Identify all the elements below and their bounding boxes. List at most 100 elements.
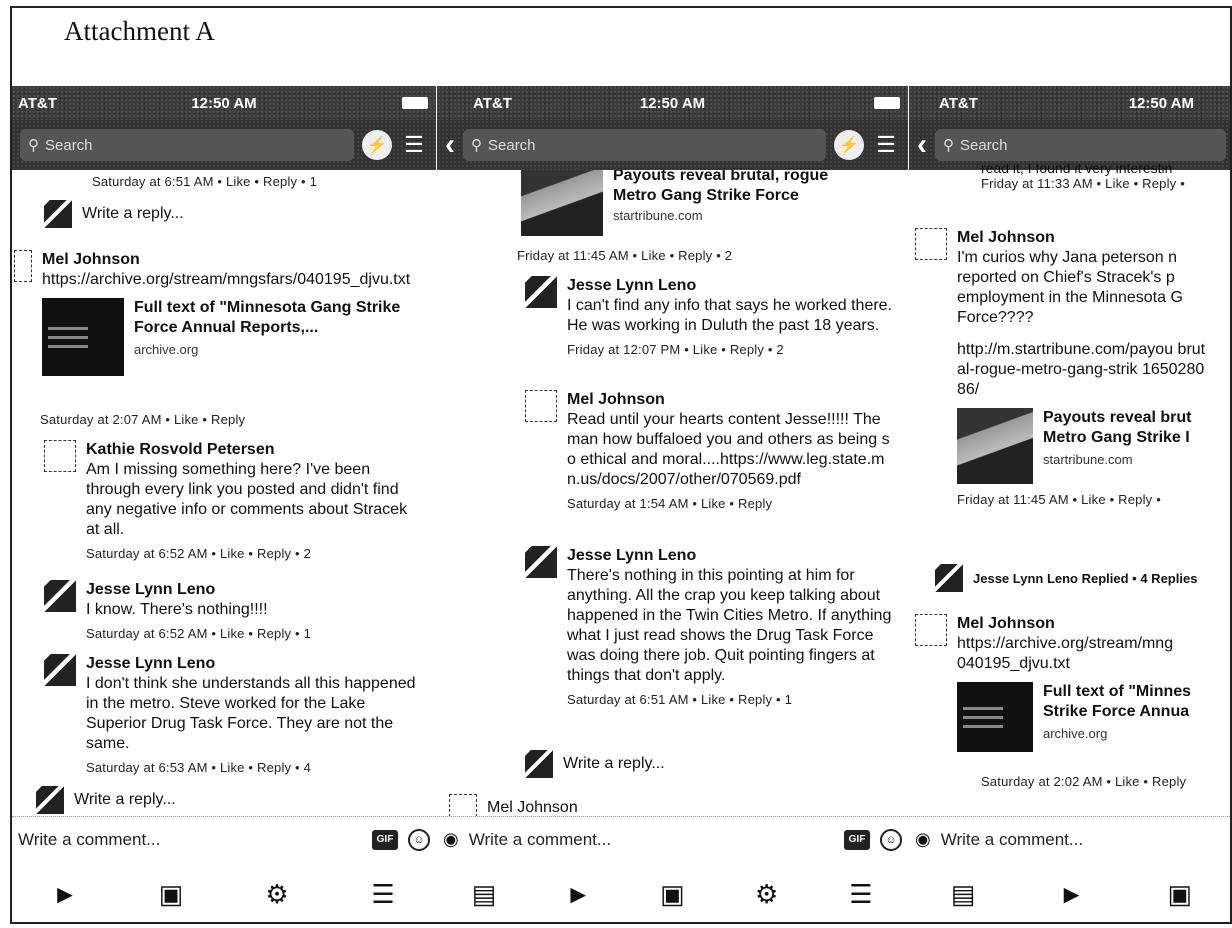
commenter-name[interactable]: Mel Johnson — [42, 250, 404, 270]
phone-screenshot-1: AT&T 12:50 AM ⚲ Search ⚡ ☰ Saturday at 6:… — [12, 86, 436, 922]
camera-icon[interactable]: ◉ — [443, 829, 459, 850]
tab-bar: ► ▣ ⚙ ☰ — [12, 862, 436, 922]
comment-meta: Friday at 11:45 AM • Like • Reply • 2 — [517, 248, 733, 263]
comment-input[interactable]: Write a comment... — [941, 830, 1228, 850]
emoji-icon[interactable]: ☺ — [880, 828, 902, 851]
commenter-name[interactable]: Jesse Lynn Leno — [567, 546, 897, 566]
globe-icon[interactable]: ⚙ — [747, 879, 787, 910]
search-input[interactable]: ⚲ Search — [935, 129, 1226, 161]
comment: Jesse Lynn Leno I can't find any info th… — [525, 276, 905, 360]
emoji-icon[interactable]: ☺ — [408, 828, 430, 851]
search-icon: ⚲ — [28, 137, 39, 154]
comment: Kathie Rosvold Petersen Am I missing som… — [44, 440, 424, 564]
link-thumbnail — [521, 170, 603, 236]
write-reply-input[interactable]: Write a reply... — [82, 205, 184, 223]
commenter-name[interactable]: Jesse Lynn Leno — [567, 276, 897, 296]
write-reply-input[interactable]: Write a reply... — [74, 791, 176, 809]
comment-composer: ◉ Write a comment... — [909, 816, 1230, 862]
comment-meta: Friday at 12:07 PM • Like • Reply • 2 — [567, 342, 784, 357]
gif-button[interactable]: GIF — [844, 829, 870, 850]
commenter-name[interactable]: Mel Johnson — [957, 228, 1227, 248]
avatar — [449, 794, 477, 816]
search-input[interactable]: ⚲ Search — [20, 129, 354, 161]
friends-icon[interactable]: ▣ — [1160, 879, 1200, 910]
comment-meta: Saturday at 6:52 AM • Like • Reply • 2 — [86, 546, 312, 561]
replies-link[interactable]: Jesse Lynn Leno Replied • 4 Replies — [935, 564, 1197, 592]
link-preview[interactable]: Full text of "Minnes Strike Force Annua … — [957, 682, 1227, 752]
commenter-name[interactable]: Mel Johnson — [957, 614, 1227, 634]
commenter-name[interactable]: Mel Johnson — [567, 390, 897, 410]
screenshots-row: AT&T 12:50 AM ⚲ Search ⚡ ☰ Saturday at 6:… — [12, 86, 1230, 922]
comment-text: I can't find any info that says he worke… — [567, 297, 893, 334]
nav-bar: ‹ ⚲ Search ⚡ ☰ — [437, 120, 908, 170]
messenger-icon[interactable]: ⚡ — [362, 130, 392, 160]
commenter-name[interactable]: Jesse Lynn Leno — [86, 654, 416, 674]
comment-text: Read until your hearts content Jesse!!!!… — [567, 411, 890, 488]
watch-icon[interactable]: ► — [558, 879, 598, 910]
commenter-name[interactable]: Jesse Lynn Leno — [86, 580, 311, 600]
avatar — [525, 750, 553, 778]
gif-button[interactable]: GIF — [372, 829, 398, 850]
search-input[interactable]: ⚲ Search — [463, 129, 826, 161]
news-feed-icon[interactable]: ▤ — [464, 879, 504, 910]
friends-icon[interactable]: ▣ — [151, 879, 191, 910]
document-title: Attachment A — [64, 16, 215, 46]
avatar — [915, 228, 947, 260]
commenter-name[interactable]: Mel Johnson — [487, 799, 578, 816]
comment-input[interactable]: Write a comment... — [18, 830, 362, 850]
messenger-icon[interactable]: ⚡ — [834, 130, 864, 160]
tab-bar: ▤ ► ▣ ⚙ ☰ — [437, 862, 908, 922]
link-preview[interactable]: Payouts reveal brutal, rogue Metro Gang … — [521, 170, 863, 236]
comment-input[interactable]: Write a comment... — [469, 830, 834, 850]
status-bar: AT&T 12:50 AM — [12, 86, 436, 120]
avatar — [44, 654, 76, 686]
avatar — [44, 200, 72, 228]
comment-preview-row[interactable]: Mel Johnson — [449, 794, 578, 816]
carrier-label: AT&T — [18, 94, 57, 112]
avatar — [44, 580, 76, 612]
write-reply-row[interactable]: Write a reply... — [36, 786, 176, 814]
write-reply-input[interactable]: Write a reply... — [563, 755, 665, 773]
link-source: startribune.com — [613, 208, 703, 223]
menu-icon[interactable]: ☰ — [841, 879, 881, 910]
comments-feed: Payouts reveal brutal, rogue Metro Gang … — [437, 170, 908, 816]
comment-text: There's nothing in this pointing at him … — [567, 567, 892, 684]
link-thumbnail — [957, 682, 1033, 752]
link-title: Payouts reveal brutal, rogue Metro Gang … — [613, 170, 829, 204]
comment-meta: Saturday at 1:54 AM • Like • Reply — [567, 496, 773, 511]
avatar — [525, 390, 557, 422]
comment: Jesse Lynn Leno There's nothing in this … — [525, 546, 905, 710]
camera-icon[interactable]: ◉ — [915, 829, 931, 850]
globe-icon[interactable]: ⚙ — [257, 879, 297, 910]
menu-icon[interactable]: ☰ — [363, 879, 403, 910]
comment-text[interactable]: https://archive.org/stream/mng 040195_dj… — [957, 634, 1209, 674]
watch-icon[interactable]: ► — [45, 879, 85, 910]
news-feed-icon[interactable]: ▤ — [943, 879, 983, 910]
write-reply-row[interactable]: Write a reply... — [525, 750, 665, 778]
comment-text: Am I missing something here? I've been t… — [86, 461, 408, 538]
link-preview[interactable]: Payouts reveal brut Metro Gang Strike I … — [957, 408, 1227, 484]
comment-text: I know. There's nothing!!!! — [86, 601, 268, 618]
comments-feed: read it, I found it very interestin Frid… — [909, 164, 1230, 816]
comment-link[interactable]: http://m.startribune.com/payou brutal-ro… — [957, 340, 1209, 400]
friend-requests-icon[interactable]: ☰ — [400, 131, 428, 159]
commenter-name[interactable]: Kathie Rosvold Petersen — [86, 440, 416, 460]
replies-count[interactable]: Jesse Lynn Leno Replied • 4 Replies — [973, 571, 1197, 586]
back-chevron-icon[interactable]: ‹ — [917, 130, 927, 160]
link-title: Payouts reveal brut Metro Gang Strike I — [1043, 409, 1192, 446]
avatar — [36, 786, 64, 814]
comment: Jesse Lynn Leno I don't think she unders… — [44, 654, 424, 778]
back-chevron-icon[interactable]: ‹ — [445, 130, 455, 160]
comment-text: I don't think she understands all this h… — [86, 675, 416, 752]
friend-requests-icon[interactable]: ☰ — [872, 131, 900, 159]
write-reply-row[interactable]: Write a reply... — [44, 200, 184, 228]
phone-screenshot-3: AT&T 12:50 AM ‹ ⚲ Search read it, I found… — [908, 86, 1230, 922]
comment-text[interactable]: https://archive.org/stream/mngsfars/0401… — [42, 270, 410, 290]
avatar — [44, 440, 76, 472]
link-preview[interactable]: Full text of "Minnesota Gang Strike Forc… — [42, 298, 404, 376]
friends-icon[interactable]: ▣ — [652, 879, 692, 910]
comment: Mel Johnson I'm curios why Jana peterson… — [915, 228, 1230, 510]
search-placeholder: Search — [45, 136, 93, 154]
avatar — [525, 546, 557, 578]
watch-icon[interactable]: ► — [1051, 879, 1091, 910]
